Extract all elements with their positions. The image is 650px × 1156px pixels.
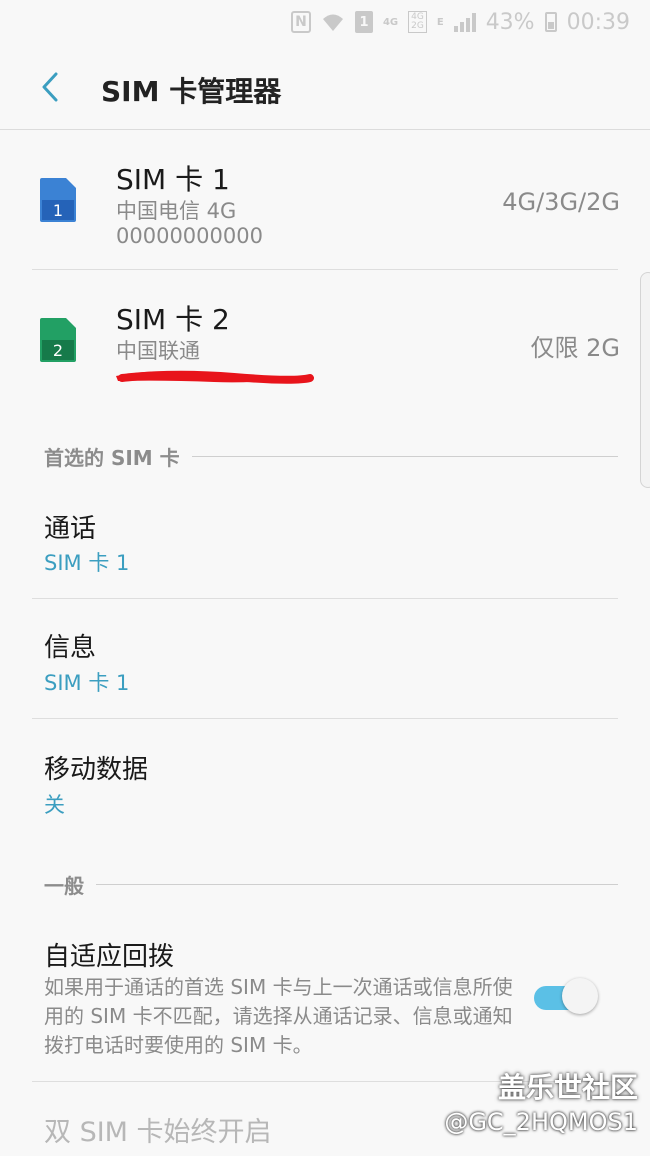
status-bar: N 1 4G 4G 2G E 43% 00:39 — [0, 0, 650, 44]
network-e-label: E — [436, 16, 444, 28]
network-stack-icon: 4G 2G — [408, 11, 427, 33]
sim-card-1-network-mode: 4G/3G/2G — [502, 188, 620, 216]
preferred-messages-item[interactable]: 信息 SIM 卡 1 — [0, 599, 650, 719]
sim-card-1-icon: 1 — [40, 178, 76, 222]
mobile-data-item[interactable]: 移动数据 关 — [0, 719, 650, 839]
wifi-icon — [321, 11, 345, 33]
toggle-knob — [562, 978, 598, 1014]
sim-card-2-row[interactable]: 2 SIM 卡 2 中国联通 仅限 2G — [0, 270, 650, 410]
sim-card-2-icon: 2 — [40, 318, 76, 362]
preferred-sim-header-label: 首选的 SIM 卡 — [44, 446, 180, 470]
sim-indicator-icon: 1 — [354, 11, 373, 33]
adaptive-dial-title: 自适应回拨 — [44, 942, 175, 972]
sim-card-1-carrier: 中国电信 4G — [116, 199, 237, 223]
back-arrow-icon — [42, 72, 58, 102]
network-stack-bottom: 2G — [411, 21, 424, 31]
scroll-handle[interactable] — [640, 272, 650, 488]
sim-card-2-carrier: 中国联通 — [116, 339, 200, 363]
dual-sim-always-on-title[interactable]: 双 SIM 卡始终开启 — [44, 1110, 272, 1149]
sim-card-2-network-mode: 仅限 2G — [530, 334, 621, 362]
preferred-sim-header: 首选的 SIM 卡 — [44, 442, 618, 471]
sim-card-1-icon-number: 1 — [53, 201, 63, 220]
sim-card-2-name: SIM 卡 2 — [116, 303, 230, 336]
app-bar: SIM 卡管理器 — [0, 44, 650, 130]
preferred-calls-value: SIM 卡 1 — [44, 551, 130, 575]
general-header-label: 一般 — [44, 874, 84, 898]
clock: 00:39 — [566, 9, 630, 35]
watermark-user: @GC_2HQMOS1 — [444, 1108, 638, 1136]
back-button[interactable] — [28, 62, 72, 112]
preferred-calls-item[interactable]: 通话 SIM 卡 1 — [0, 490, 650, 598]
sim-card-2-icon-number: 2 — [53, 341, 63, 360]
page-title: SIM 卡管理器 — [101, 75, 282, 108]
battery-icon — [544, 12, 557, 32]
mobile-data-value: 关 — [44, 793, 65, 817]
adaptive-dial-toggle[interactable] — [534, 976, 600, 1014]
redaction-scribble — [116, 370, 314, 384]
sim-card-1-number: 00000000000 — [116, 224, 263, 248]
sim-card-1-name: SIM 卡 1 — [116, 163, 230, 196]
adaptive-dial-description: 如果用于通话的首选 SIM 卡与上一次通话或信息所使用的 SIM 卡不匹配，请选… — [44, 975, 513, 1057]
general-header: 一般 — [44, 870, 618, 899]
preferred-messages-value: SIM 卡 1 — [44, 671, 130, 695]
preferred-calls-title: 通话 — [44, 514, 97, 544]
nfc-icon: N — [290, 11, 311, 33]
mobile-data-title: 移动数据 — [44, 755, 149, 785]
battery-percent: 43% — [485, 9, 535, 35]
section-line — [191, 456, 618, 457]
sim-card-1-row[interactable]: 1 SIM 卡 1 中国电信 4G 00000000000 4G/3G/2G — [0, 130, 650, 270]
watermark-brand: 盖乐世社区 — [497, 1071, 638, 1104]
section-line — [96, 884, 618, 885]
network-type-label: 4G — [382, 16, 399, 28]
signal-icon — [453, 12, 476, 32]
preferred-messages-title: 信息 — [44, 633, 97, 663]
